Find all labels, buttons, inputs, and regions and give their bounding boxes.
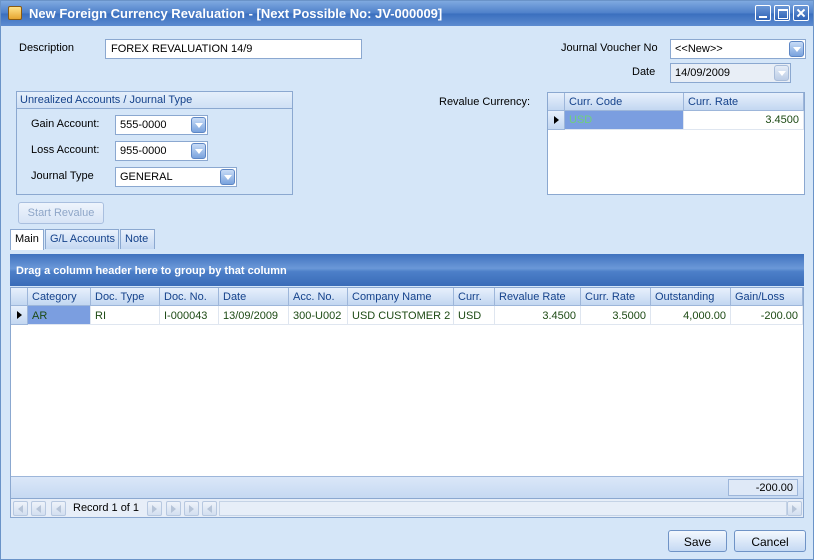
date-picker[interactable]: 14/09/2009 — [670, 63, 791, 83]
title-bar: New Foreign Currency Revaluation - [Next… — [1, 1, 813, 26]
loss-account-value: 955-0000 — [120, 145, 167, 157]
curr-code-cell[interactable]: USD — [565, 111, 684, 130]
row-indicator-header — [548, 93, 565, 111]
column-header-curr-code[interactable]: Curr. Code — [565, 93, 684, 111]
first-record-button[interactable] — [13, 501, 28, 516]
row-pointer-icon — [554, 116, 559, 124]
revalue-currency-label: Revalue Currency: — [439, 96, 531, 108]
cell-revalue-rate[interactable]: 3.4500 — [495, 306, 581, 325]
date-value: 14/09/2009 — [675, 67, 731, 79]
cell-doc-no[interactable]: I-000043 — [160, 306, 219, 325]
chevron-down-icon[interactable] — [191, 117, 206, 133]
cell-acc-no[interactable]: 300-U002 — [289, 306, 348, 325]
record-counter: Record 1 of 1 — [73, 502, 140, 514]
next-record-button[interactable] — [147, 501, 162, 516]
scroll-right-button[interactable] — [787, 501, 802, 516]
horizontal-scrollbar[interactable] — [219, 501, 787, 516]
column-header-category[interactable]: Category — [28, 288, 91, 306]
app-icon — [8, 6, 22, 20]
chevron-down-icon[interactable] — [789, 41, 804, 57]
cell-gain-loss[interactable]: -200.00 — [731, 306, 803, 325]
gain-account-select[interactable]: 555-0000 — [115, 115, 208, 135]
journal-voucher-label: Journal Voucher No — [561, 42, 658, 54]
minimize-button[interactable] — [755, 5, 771, 21]
close-button[interactable] — [793, 5, 809, 21]
journal-voucher-select[interactable]: <<New>> — [670, 39, 806, 59]
cell-date[interactable]: 13/09/2009 — [219, 306, 289, 325]
row-pointer-icon — [17, 311, 22, 319]
tab-note[interactable]: Note — [120, 229, 155, 249]
cell-curr[interactable]: USD — [454, 306, 495, 325]
revaluation-window: New Foreign Currency Revaluation - [Next… — [0, 0, 814, 560]
previous-record-button[interactable] — [51, 501, 66, 516]
cell-company-name[interactable]: USD CUSTOMER 2 — [348, 306, 454, 325]
chevron-down-icon[interactable] — [774, 65, 789, 81]
column-header-curr[interactable]: Curr. — [454, 288, 495, 306]
row-indicator — [11, 306, 28, 325]
column-header-acc-no[interactable]: Acc. No. — [289, 288, 348, 306]
gain-account-label: Gain Account: — [31, 118, 100, 130]
column-header-revalue-rate[interactable]: Revalue Rate — [495, 288, 581, 306]
record-navigator: Record 1 of 1 — [10, 498, 804, 518]
save-button[interactable]: Save — [668, 530, 727, 552]
journal-type-label: Journal Type — [31, 170, 94, 182]
column-header-doc-no[interactable]: Doc. No. — [160, 288, 219, 306]
column-header-date[interactable]: Date — [219, 288, 289, 306]
date-label: Date — [632, 66, 656, 78]
chevron-down-icon[interactable] — [191, 143, 206, 159]
cancel-button[interactable]: Cancel — [734, 530, 806, 552]
journal-voucher-value: <<New>> — [675, 43, 723, 55]
grid-footer: -200.00 — [11, 476, 803, 498]
description-input[interactable]: FOREX REVALUATION 14/9 — [105, 39, 362, 59]
chevron-down-icon[interactable] — [220, 169, 235, 185]
column-header-gain-loss[interactable]: Gain/Loss — [731, 288, 803, 306]
gain-loss-total: -200.00 — [728, 479, 798, 496]
journal-type-value: GENERAL — [120, 171, 173, 183]
column-header-curr-rate[interactable]: Curr. Rate — [581, 288, 651, 306]
loss-account-select[interactable]: 955-0000 — [115, 141, 208, 161]
maximize-button[interactable] — [774, 5, 790, 21]
cell-curr-rate[interactable]: 3.5000 — [581, 306, 651, 325]
main-grid: Category Doc. Type Doc. No. Date Acc. No… — [10, 287, 804, 499]
gain-account-value: 555-0000 — [120, 119, 167, 131]
next-page-button[interactable] — [166, 501, 181, 516]
row-indicator — [548, 111, 565, 130]
column-header-company-name[interactable]: Company Name — [348, 288, 454, 306]
unrealized-accounts-title: Unrealized Accounts / Journal Type — [17, 92, 292, 109]
curr-rate-cell[interactable]: 3.4500 — [684, 111, 804, 130]
description-label: Description — [19, 42, 75, 54]
tab-main[interactable]: Main — [10, 229, 44, 250]
revalue-currency-grid: Curr. Code Curr. Rate USD 3.4500 — [547, 92, 805, 195]
group-by-panel[interactable]: Drag a column header here to group by th… — [10, 254, 804, 286]
row-indicator-header — [11, 288, 28, 306]
column-header-curr-rate[interactable]: Curr. Rate — [684, 93, 804, 111]
journal-type-select[interactable]: GENERAL — [115, 167, 237, 187]
cell-category[interactable]: AR — [28, 306, 91, 325]
column-header-doc-type[interactable]: Doc. Type — [91, 288, 160, 306]
start-revalue-button[interactable]: Start Revalue — [18, 202, 104, 224]
cell-doc-type[interactable]: RI — [91, 306, 160, 325]
column-header-outstanding[interactable]: Outstanding — [651, 288, 731, 306]
cell-outstanding[interactable]: 4,000.00 — [651, 306, 731, 325]
window-title: New Foreign Currency Revaluation - [Next… — [29, 6, 443, 21]
previous-page-button[interactable] — [31, 501, 46, 516]
scroll-left-button[interactable] — [202, 501, 217, 516]
loss-account-label: Loss Account: — [31, 144, 100, 156]
last-record-button[interactable] — [184, 501, 199, 516]
tab-gl-accounts[interactable]: G/L Accounts — [45, 229, 119, 249]
